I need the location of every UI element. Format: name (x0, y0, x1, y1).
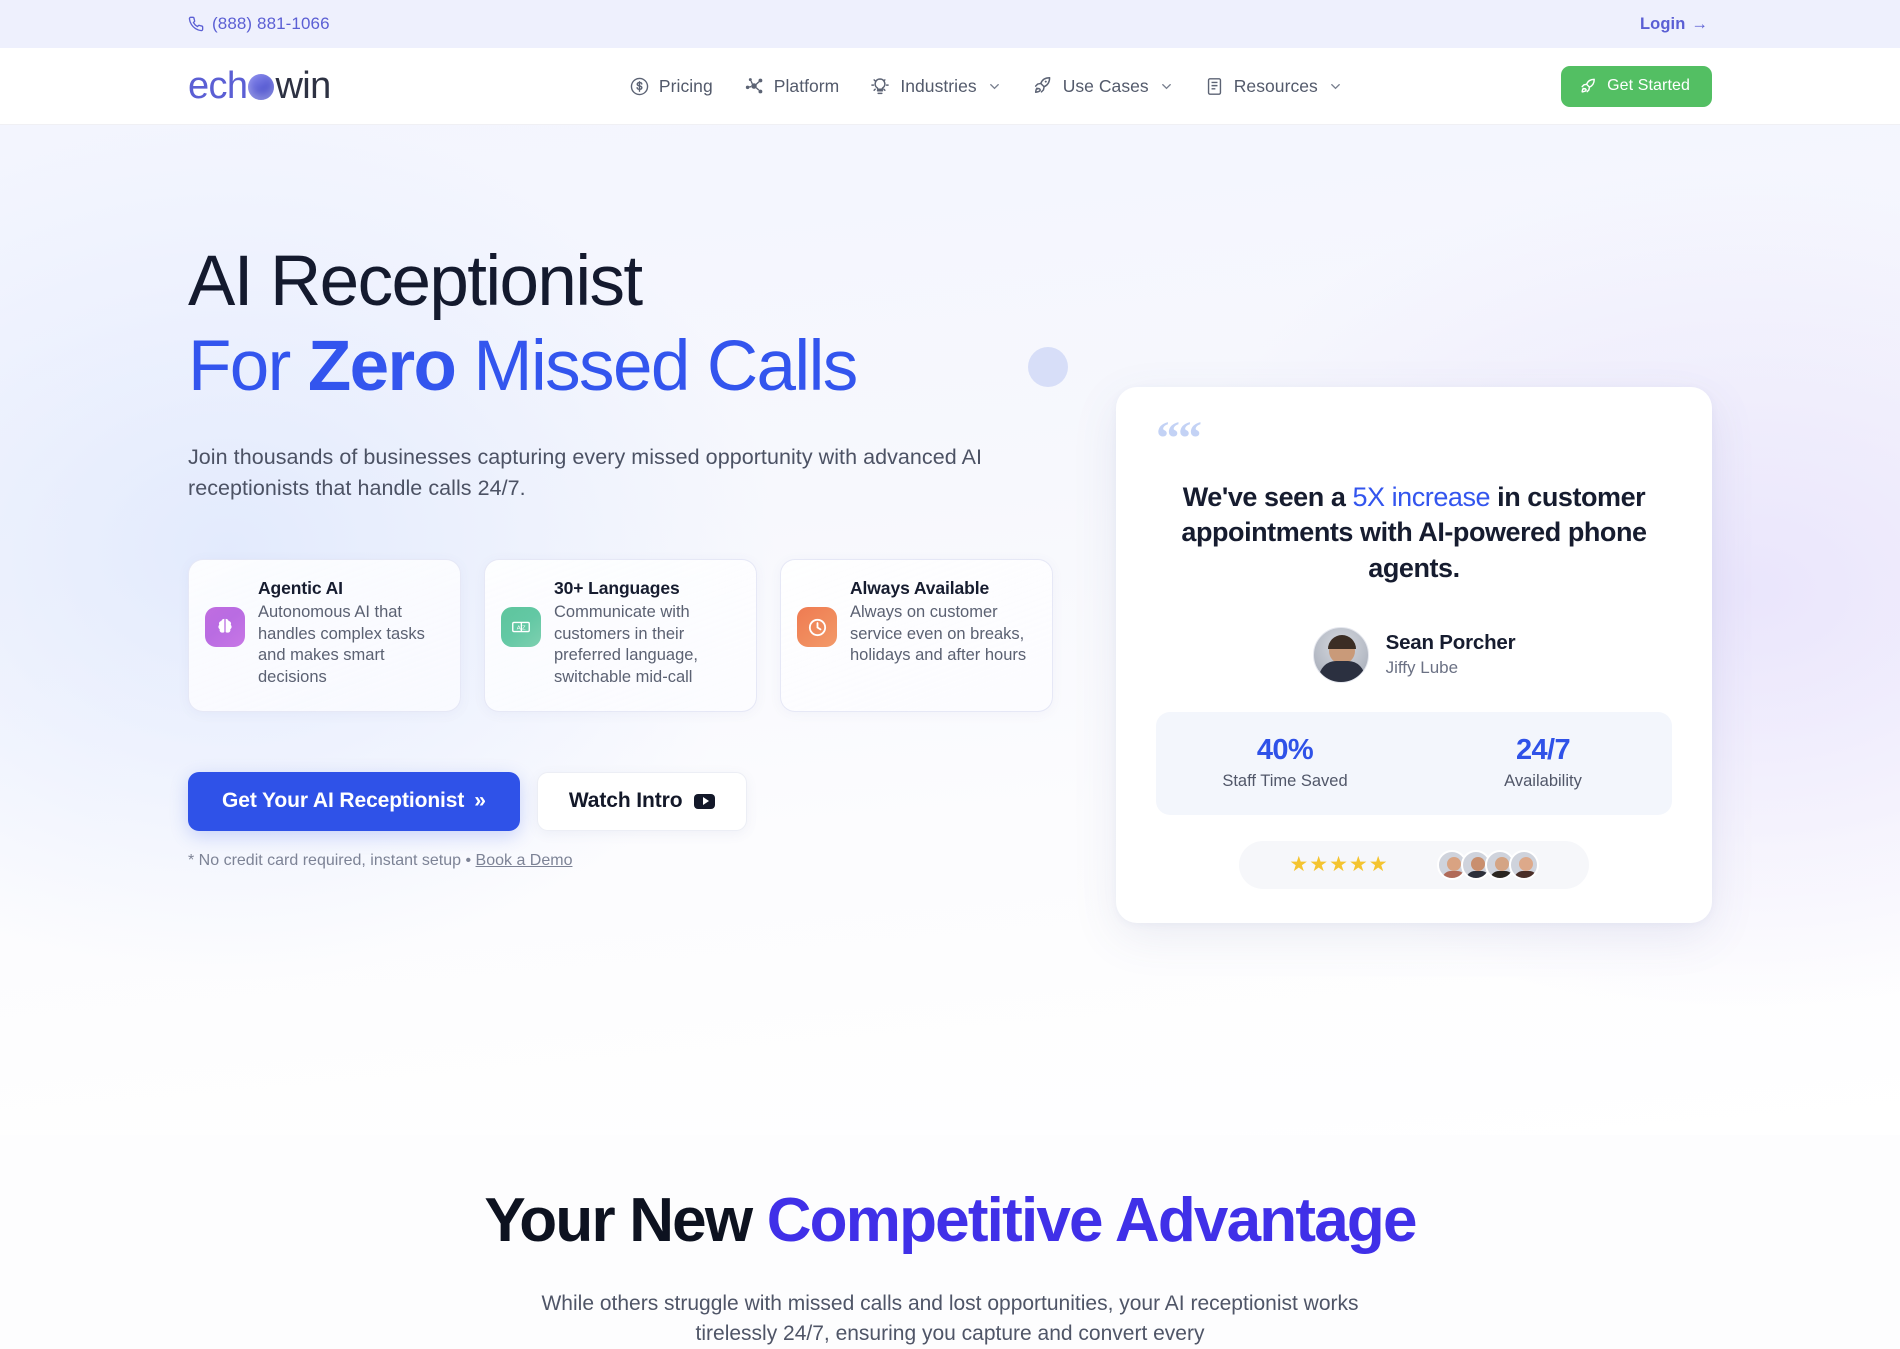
book-icon (1204, 76, 1225, 97)
translate-icon: A Z (501, 607, 541, 648)
nav-item-resources[interactable]: Resources (1204, 76, 1343, 97)
secondary-cta-label: Watch Intro (568, 789, 683, 813)
phone-number-link[interactable]: (888) 881-1066 (188, 14, 330, 34)
arrow-right-icon: → (1691, 14, 1708, 33)
cta-note-text: * No credit card required, instant setup… (188, 851, 476, 869)
headline-line-2: For Zero Missed Calls (188, 326, 1068, 406)
chevron-down-icon (987, 79, 1002, 94)
nav-label: Resources (1233, 75, 1318, 96)
section-title-accent: Competitive Advantage (766, 1186, 1418, 1255)
stat-value: 24/7 (1515, 733, 1571, 766)
feature-card-row: Agentic AI Autonomous AI that handles co… (188, 559, 1068, 712)
testimonial-author: Sean Porcher Jiffy Lube (1156, 626, 1672, 683)
hero-cta-row: Get Your AI Receptionist » Watch Intro (188, 771, 1068, 831)
section-title: Your New Competitive Advantage (188, 1186, 1712, 1255)
cta-note: * No credit card required, instant setup… (188, 852, 1068, 870)
top-utility-bar: (888) 881-1066 Login → (0, 0, 1900, 48)
get-your-ai-receptionist-button[interactable]: Get Your AI Receptionist » (188, 771, 520, 831)
quote-prefix: We've seen a (1182, 481, 1353, 512)
stat-availability: 24/7 Availability (1414, 734, 1672, 791)
hero-section: AI Receptionist For Zero Missed Calls Jo… (0, 125, 1900, 1135)
feature-title: Always Available (850, 578, 990, 599)
nav-item-use-cases[interactable]: Use Cases (1032, 75, 1174, 97)
stat-value: 40% (1256, 733, 1314, 766)
hero-left-column: AI Receptionist For Zero Missed Calls Jo… (188, 242, 1068, 923)
get-started-button[interactable]: Get Started (1561, 65, 1712, 107)
feature-description: Communicate with customers in their pref… (554, 603, 699, 686)
quote-mark-icon: ““ (1156, 412, 1202, 465)
nav-label: Platform (773, 75, 840, 96)
watch-intro-button[interactable]: Watch Intro (536, 771, 748, 831)
feature-description: Autonomous AI that handles complex tasks… (258, 603, 425, 686)
stat-label: Availability (1504, 771, 1582, 790)
login-link[interactable]: Login → (1640, 15, 1708, 34)
svg-text:A: A (517, 626, 521, 632)
page-title: AI Receptionist For Zero Missed Calls (188, 242, 1068, 406)
stat-staff-time-saved: 40% Staff Time Saved (1156, 734, 1414, 791)
avatar (1508, 849, 1539, 880)
youtube-play-icon (694, 793, 716, 809)
competitive-advantage-section: Your New Competitive Advantage While oth… (0, 1135, 1900, 1349)
clock-icon (797, 607, 837, 648)
feature-card-always-available: Always Available Always on customer serv… (780, 559, 1053, 712)
avatar (1312, 626, 1369, 683)
quote-highlight: 5X increase (1352, 481, 1491, 512)
brain-icon (205, 607, 245, 648)
testimonial-card: ““ We've seen a 5X increase in customer … (1116, 387, 1712, 923)
headline-line-1: AI Receptionist (188, 242, 643, 321)
stat-label: Staff Time Saved (1222, 771, 1348, 790)
nav-item-industries[interactable]: Industries (869, 75, 1001, 97)
login-label: Login (1639, 14, 1686, 33)
main-navigation: ech win Pricing Platform Industries Use … (0, 48, 1900, 125)
chevron-down-icon (1328, 79, 1343, 94)
testimonial-stats: 40% Staff Time Saved 24/7 Availability (1156, 711, 1672, 815)
svg-text:Z: Z (522, 626, 526, 632)
get-started-label: Get Started (1607, 77, 1690, 94)
headline-emphasis: Zero (307, 326, 457, 406)
logo-text-echo: ech (188, 65, 248, 107)
testimonial-quote: We've seen a 5X increase in customer app… (1156, 480, 1672, 587)
section-title-prefix: Your New (484, 1186, 767, 1255)
chevron-down-icon (1159, 79, 1174, 94)
double-chevron-right-icon: » (474, 789, 486, 813)
nav-item-pricing[interactable]: Pricing (629, 76, 713, 97)
logo-text-win: win (275, 65, 331, 107)
lightbulb-icon (869, 75, 891, 97)
section-subtitle: While others struggle with missed calls … (541, 1292, 1359, 1345)
customer-avatar-group (1436, 849, 1539, 880)
nav-links: Pricing Platform Industries Use Cases Re… (549, 75, 1343, 97)
star-rating: ★★★★★ (1289, 853, 1389, 877)
dollar-circle-icon (629, 76, 650, 97)
book-a-demo-link[interactable]: Book a Demo (476, 852, 573, 869)
hero-subheadline: Join thousands of businesses capturing e… (188, 445, 982, 500)
feature-card-agentic-ai: Agentic AI Autonomous AI that handles co… (188, 559, 461, 712)
primary-cta-label: Get Your AI Receptionist (222, 789, 465, 813)
social-proof-bar: ★★★★★ (1239, 840, 1589, 889)
network-nodes-icon (743, 75, 765, 97)
nav-label: Industries (900, 75, 977, 96)
author-name: Sean Porcher (1385, 631, 1516, 655)
nav-label: Use Cases (1062, 75, 1149, 96)
headline-prefix: For (188, 326, 308, 406)
nav-item-platform[interactable]: Platform (743, 75, 840, 97)
rocket-icon (1032, 75, 1054, 97)
phone-number-text: (888) 881-1066 (212, 14, 330, 33)
feature-title: Agentic AI (258, 578, 343, 599)
echowin-logo[interactable]: ech win (188, 67, 331, 105)
feature-title: 30+ Languages (554, 578, 680, 599)
rocket-icon (1579, 77, 1598, 96)
feature-card-languages: A Z 30+ Languages Communicate with custo… (484, 559, 757, 712)
nav-label: Pricing (658, 75, 713, 96)
headline-suffix: Missed Calls (455, 326, 858, 406)
logo-orb-icon (248, 74, 275, 100)
feature-description: Always on customer service even on break… (850, 603, 1027, 665)
author-company: Jiffy Lube (1385, 658, 1459, 678)
phone-icon (188, 16, 204, 32)
